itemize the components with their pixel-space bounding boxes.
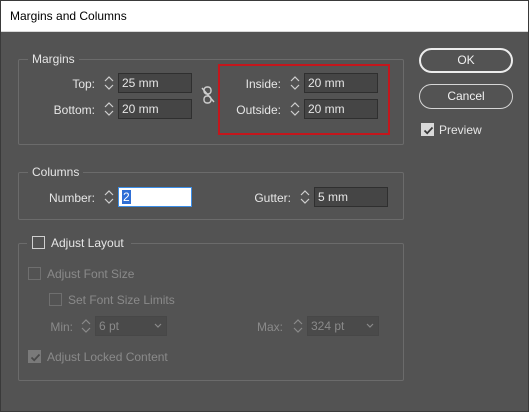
spinner-arrows-icon[interactable] <box>79 316 93 336</box>
spinner-arrows-icon[interactable] <box>291 316 305 336</box>
max-font-size-dropdown[interactable]: 324 pt <box>307 316 379 336</box>
max-label: Max: <box>256 320 283 334</box>
cancel-button[interactable]: Cancel <box>419 84 513 109</box>
adjust-locked-content-checkbox[interactable] <box>28 350 41 363</box>
inside-spinner: 20 mm <box>288 73 378 93</box>
spinner-arrows-icon[interactable] <box>298 187 312 207</box>
top-label: Top: <box>72 77 95 91</box>
outside-label: Outside: <box>236 103 281 117</box>
margins-and-columns-dialog: Margins and Columns Margins Top: 25 mm B… <box>0 0 529 412</box>
broken-chain-icon[interactable] <box>200 85 216 105</box>
chevron-down-icon <box>154 323 162 328</box>
gutter-spinner: 5 mm <box>298 187 388 207</box>
adjust-locked-content-label: Adjust Locked Content <box>47 350 168 364</box>
set-font-size-limits-label: Set Font Size Limits <box>68 293 175 307</box>
preview-label[interactable]: Preview <box>439 123 482 137</box>
number-of-columns-field[interactable]: 2 <box>118 187 192 207</box>
min-label: Min: <box>50 320 73 334</box>
ok-button[interactable]: OK <box>419 48 513 73</box>
spinner-arrows-icon[interactable] <box>102 187 116 207</box>
outside-spinner: 20 mm <box>288 99 378 119</box>
inside-margin-field[interactable]: 20 mm <box>304 73 378 93</box>
spinner-arrows-icon[interactable] <box>288 99 302 119</box>
bottom-spinner: 20 mm <box>102 99 192 119</box>
adjust-layout-checkbox[interactable] <box>32 236 45 249</box>
dialog-title: Margins and Columns <box>10 9 127 23</box>
preview-checkbox[interactable] <box>421 123 434 136</box>
set-font-size-limits-checkbox[interactable] <box>49 293 62 306</box>
title-bar[interactable]: Margins and Columns <box>1 1 528 32</box>
number-spinner: 2 <box>102 187 192 207</box>
spinner-arrows-icon[interactable] <box>288 73 302 93</box>
number-label: Number: <box>48 191 95 205</box>
inside-label: Inside: <box>245 77 281 91</box>
max-value: 324 pt <box>311 319 345 333</box>
adjust-font-size-checkbox[interactable] <box>28 267 41 280</box>
checkmark-icon <box>423 126 434 135</box>
top-margin-field[interactable]: 25 mm <box>118 73 192 93</box>
chevron-down-icon <box>366 323 374 328</box>
adjust-font-size-label: Adjust Font Size <box>47 267 135 281</box>
spinner-arrows-icon[interactable] <box>102 99 116 119</box>
gutter-label: Gutter: <box>254 191 291 205</box>
columns-legend: Columns <box>28 165 84 179</box>
min-font-size-dropdown[interactable]: 6 pt <box>95 316 167 336</box>
adjust-layout-label[interactable]: Adjust Layout <box>51 236 124 250</box>
outside-margin-field[interactable]: 20 mm <box>304 99 378 119</box>
max-spinner: 324 pt <box>291 316 379 336</box>
bottom-margin-field[interactable]: 20 mm <box>118 99 192 119</box>
checkmark-icon <box>30 353 41 362</box>
selected-text: 2 <box>122 190 131 204</box>
gutter-field[interactable]: 5 mm <box>314 187 388 207</box>
min-value: 6 pt <box>99 319 120 333</box>
margins-legend: Margins <box>28 52 79 66</box>
min-spinner: 6 pt <box>79 316 167 336</box>
spinner-arrows-icon[interactable] <box>102 73 116 93</box>
top-spinner: 25 mm <box>102 73 192 93</box>
bottom-label: Bottom: <box>53 103 95 117</box>
